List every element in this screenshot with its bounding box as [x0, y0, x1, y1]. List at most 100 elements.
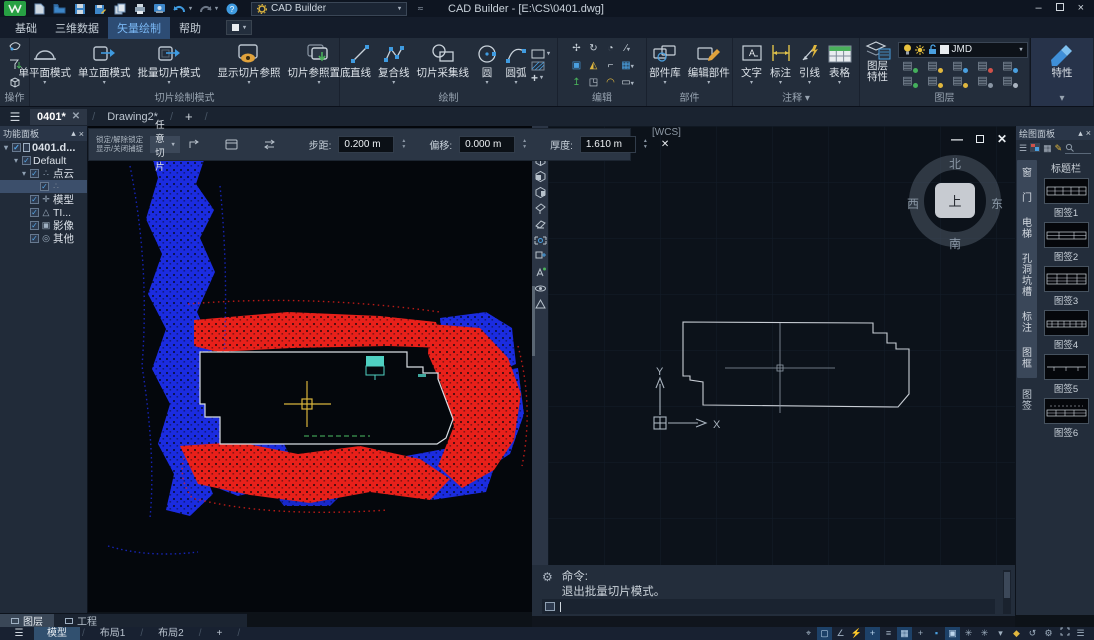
- titleblock-item-6[interactable]: 图签6: [1044, 398, 1089, 439]
- view-cube-front-icon[interactable]: [534, 170, 547, 183]
- layer-freeze-icon[interactable]: ▤: [948, 60, 968, 73]
- tree-item-pointcloud[interactable]: ▾✓∴点云: [0, 167, 87, 180]
- group-caret-properties[interactable]: ▾: [1032, 92, 1092, 106]
- divider-handle[interactable]: [532, 286, 535, 356]
- titleblock-thumbnail[interactable]: [1044, 266, 1089, 292]
- checkbox[interactable]: ✓: [30, 195, 39, 204]
- table-button[interactable]: 表格▾: [825, 39, 855, 92]
- line-button[interactable]: 直线: [347, 39, 374, 92]
- layer-properties-button[interactable]: 图层 特性: [862, 39, 894, 92]
- lineweight-icon[interactable]: ≡: [881, 627, 896, 640]
- workspace-switch-icon[interactable]: ◆: [1009, 627, 1024, 640]
- titleblock-thumbnail[interactable]: [1044, 178, 1089, 204]
- command-input[interactable]: [542, 599, 995, 614]
- slice-save-icon[interactable]: [225, 137, 238, 153]
- undo-icon[interactable]: [173, 2, 186, 15]
- snap-mode-icon[interactable]: ▢: [817, 627, 832, 640]
- autoscale-icon[interactable]: ✳: [977, 627, 992, 640]
- close-panel-icon[interactable]: ×: [1086, 128, 1091, 138]
- layer-prev-icon[interactable]: ▤: [973, 75, 993, 88]
- workspace-selector[interactable]: CAD Builder ▾: [251, 2, 407, 16]
- search-input[interactable]: [1065, 143, 1091, 154]
- walk-view-icon[interactable]: [534, 266, 547, 279]
- tab-help[interactable]: 帮助: [170, 17, 210, 39]
- compass-top-button[interactable]: 上: [935, 183, 975, 218]
- checkbox[interactable]: ✓: [30, 169, 39, 178]
- polyline-button[interactable]: 复合线▾: [375, 39, 413, 92]
- checkbox[interactable]: ✓: [30, 208, 39, 217]
- leader-button[interactable]: 引线▾: [796, 39, 824, 92]
- capture-icon[interactable]: [153, 2, 166, 15]
- titleblock-thumbnail[interactable]: [1044, 310, 1089, 336]
- view-iso-icon[interactable]: [534, 202, 547, 215]
- copy-icon[interactable]: ▣: [572, 60, 581, 71]
- titleblock-thumbnail[interactable]: [1044, 222, 1089, 248]
- checkbox[interactable]: ✓: [12, 143, 21, 152]
- command-window-icon[interactable]: [545, 602, 555, 611]
- titleblock-item-1[interactable]: 图签1: [1044, 178, 1089, 219]
- layer-off-icon[interactable]: ▤: [923, 60, 943, 73]
- orbit-view-icon[interactable]: [534, 282, 547, 295]
- close-button[interactable]: ×: [1078, 3, 1084, 14]
- close-tab-icon[interactable]: ✕: [72, 111, 80, 122]
- checkbox[interactable]: ✓: [30, 221, 39, 230]
- maximize-button[interactable]: [1056, 3, 1064, 14]
- slice-capture-line-button[interactable]: 切片采集线: [413, 39, 472, 92]
- copy-icon[interactable]: [113, 2, 126, 15]
- panel-menu-icon[interactable]: ☰: [1019, 143, 1027, 154]
- circle-button[interactable]: 圆▾: [473, 39, 501, 92]
- fullscreen-icon[interactable]: [1057, 627, 1072, 640]
- new-doc-tab-button[interactable]: +: [178, 107, 200, 126]
- tab-layers[interactable]: 图层: [0, 614, 54, 627]
- array-icon[interactable]: ▦▾: [621, 60, 633, 71]
- scale-dropdown-icon[interactable]: ▾: [993, 627, 1008, 640]
- category-dimension[interactable]: 标注: [1021, 312, 1033, 334]
- checkbox[interactable]: ✓: [40, 182, 49, 191]
- wcs-label[interactable]: [WCS]: [652, 127, 681, 138]
- break-icon[interactable]: ∕▾: [625, 43, 630, 54]
- offset-spinner[interactable]: ▲▼: [522, 139, 527, 150]
- clip-cube-icon[interactable]: [534, 250, 547, 263]
- object-tracking-icon[interactable]: +: [865, 627, 880, 640]
- panel-menu-icon[interactable]: ☰: [0, 110, 30, 124]
- trim-icon[interactable]: ⌐: [608, 60, 614, 71]
- crosshair-icon[interactable]: +: [913, 627, 928, 640]
- slice-flip-icon[interactable]: [187, 137, 200, 153]
- redo-icon[interactable]: [199, 2, 212, 15]
- titleblock-item-3[interactable]: 图签3: [1044, 266, 1089, 307]
- coords-icon[interactable]: ⌖: [801, 627, 816, 640]
- compass-east[interactable]: 东: [991, 195, 1003, 212]
- batch-slice-mode-button[interactable]: 批量切片模式▾: [135, 39, 204, 92]
- close-panel-icon[interactable]: ×: [79, 129, 84, 139]
- expand-icon[interactable]: ▾: [2, 143, 10, 152]
- titleblock-item-4[interactable]: 图签4: [1044, 310, 1089, 351]
- layer-thaw-icon[interactable]: ▤: [898, 75, 918, 88]
- view-iso2-icon[interactable]: [534, 218, 547, 231]
- move-icon[interactable]: ✢: [572, 43, 580, 54]
- titleblock-item-5[interactable]: 图签5: [1044, 354, 1089, 395]
- layout-menu-icon[interactable]: ☰: [6, 628, 32, 639]
- pin-icon[interactable]: ▴: [1078, 128, 1083, 139]
- category-elevator[interactable]: 电梯: [1021, 218, 1033, 240]
- layer-current-icon[interactable]: ▤: [923, 75, 943, 88]
- titleblock-thumbnail[interactable]: [1044, 354, 1089, 380]
- thickness-input[interactable]: [580, 136, 636, 153]
- status-menu-icon[interactable]: ☰: [1073, 627, 1088, 640]
- pointcloud-viewport[interactable]: [88, 126, 532, 612]
- tree-item-pointcloud-child[interactable]: ✓∴: [0, 180, 87, 193]
- category-holes[interactable]: 孔洞坑槽: [1021, 254, 1033, 298]
- category-window[interactable]: 窗: [1021, 168, 1033, 179]
- hatch-tool-icon[interactable]: [531, 61, 550, 71]
- pin-icon[interactable]: ▴: [71, 128, 76, 139]
- stretch-icon[interactable]: ↥: [572, 77, 580, 88]
- slice-swap-icon[interactable]: [263, 137, 276, 153]
- category-frame[interactable]: 图框: [1021, 348, 1033, 370]
- annotation-visibility-icon[interactable]: ✳: [961, 627, 976, 640]
- offset-input[interactable]: [459, 136, 515, 153]
- polar-tracking-icon[interactable]: ∠: [833, 627, 848, 640]
- tree-item-default[interactable]: ▾✓Default: [0, 154, 87, 167]
- layer-isolate-icon[interactable]: ▤: [998, 60, 1018, 73]
- tab-basic[interactable]: 基础: [6, 17, 46, 39]
- redo-dropdown-icon[interactable]: ▾: [215, 5, 218, 12]
- undo-dropdown-icon[interactable]: ▾: [189, 5, 192, 12]
